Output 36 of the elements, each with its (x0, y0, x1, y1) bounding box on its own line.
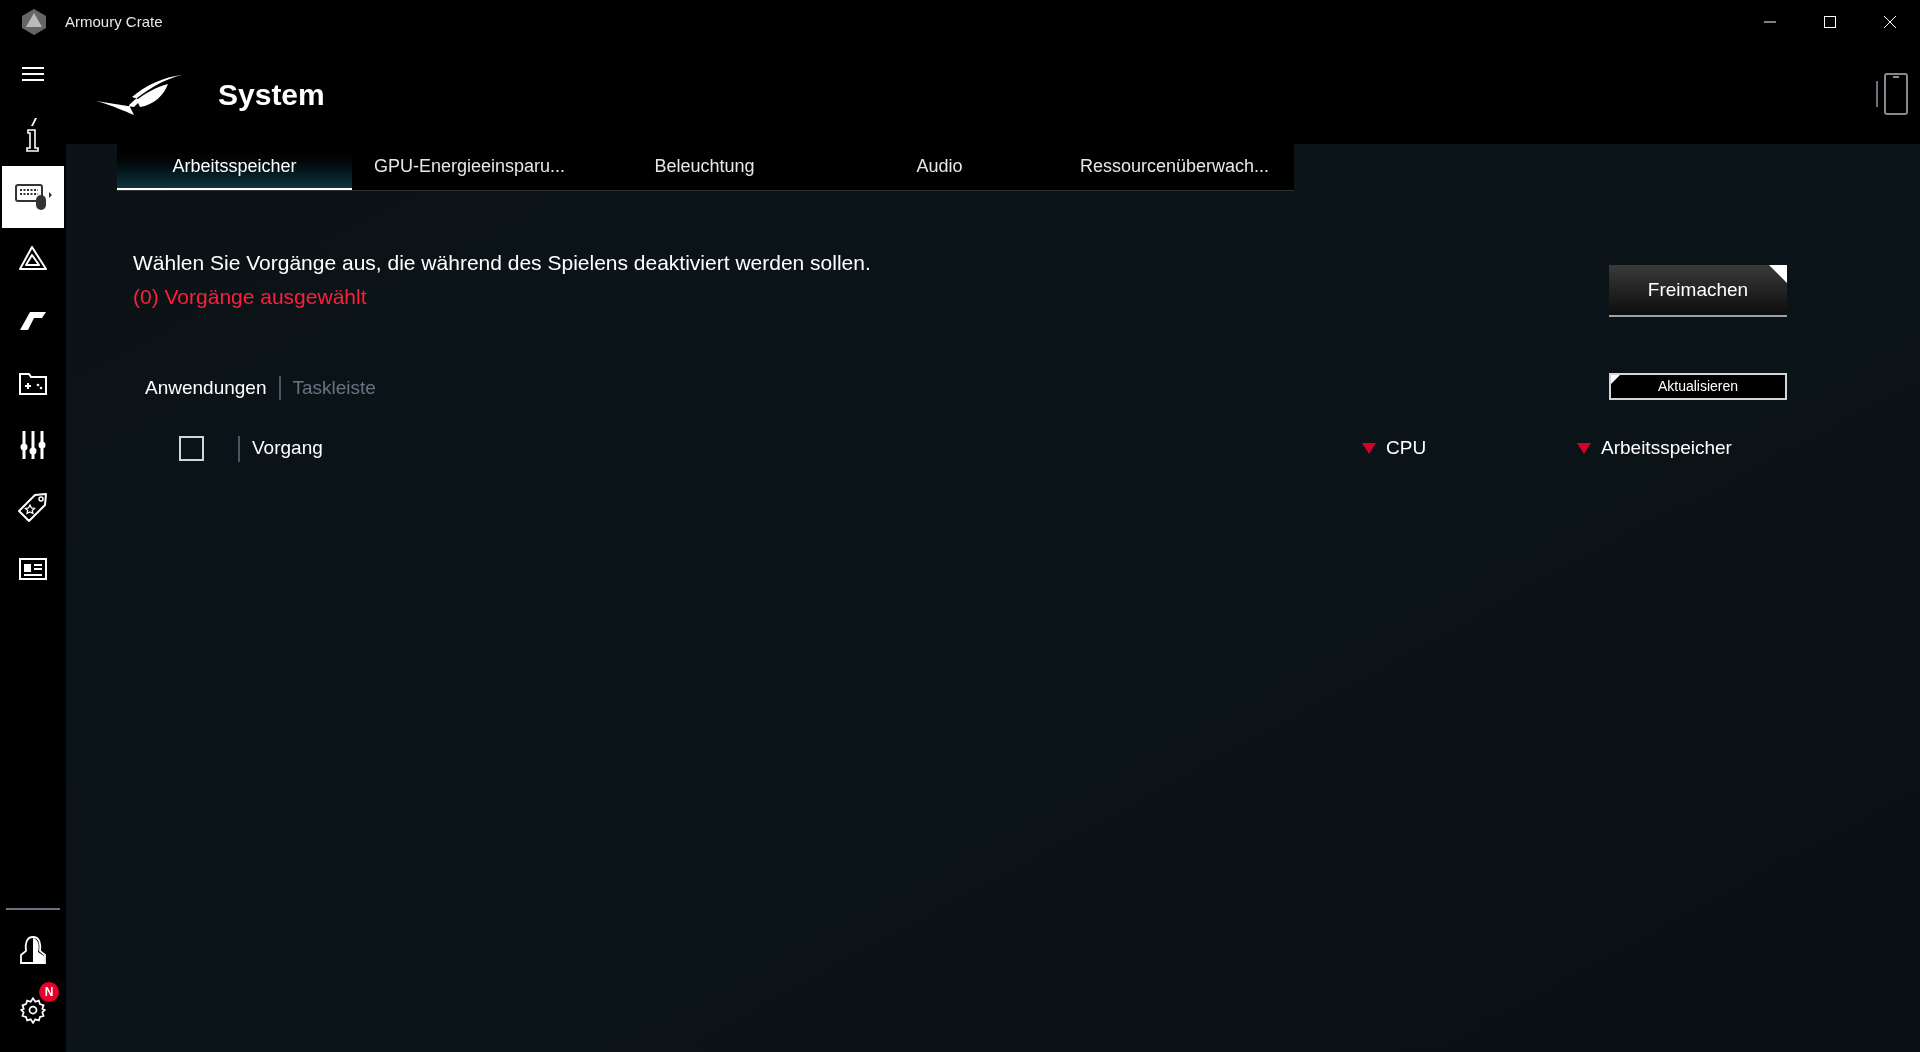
info-icon (24, 118, 42, 152)
maximize-icon (1824, 16, 1836, 28)
instruction-text: Wählen Sie Vorgänge aus, die während des Spielens deaktiviert werden sollen. (133, 250, 872, 276)
tab[interactable]: Audio (822, 144, 1057, 190)
select-all-checkbox[interactable] (179, 436, 204, 461)
gamepad-folder-icon (18, 370, 48, 396)
user-icon (18, 935, 48, 965)
notification-badge: N (39, 982, 59, 1002)
menu-icon (22, 66, 44, 82)
refresh-button[interactable]: Aktualisieren (1609, 373, 1787, 400)
slash-logo-icon (18, 310, 48, 332)
subtab[interactable]: Anwendungen (145, 374, 267, 403)
close-icon (1884, 16, 1896, 28)
keyboard-mouse-icon (14, 182, 52, 212)
tag-star-icon (17, 491, 49, 523)
phone-icon (1884, 73, 1908, 115)
page-title: System (218, 76, 325, 113)
corner-mark-icon (1769, 265, 1787, 283)
settings-icon (19, 996, 47, 1024)
window-title: Armoury Crate (65, 11, 163, 32)
triangle-icon (18, 245, 48, 273)
sidebar-item[interactable] (2, 166, 64, 228)
selected-count: (0) Vorgänge ausgewählt (133, 283, 368, 310)
free-up-button[interactable]: Freimachen (1609, 265, 1787, 317)
equalizer-icon (19, 429, 47, 461)
column-header[interactable]: Vorgang (252, 434, 323, 463)
column-header[interactable]: Arbeitsspeicher (1601, 434, 1732, 463)
corner-mark-icon (1611, 375, 1620, 384)
news-icon (18, 557, 48, 581)
tab[interactable]: Beleuchtung (587, 144, 822, 190)
tab[interactable]: GPU-Energieeinsparu... (352, 144, 587, 190)
column-header[interactable]: CPU (1386, 434, 1427, 463)
app-logo-icon (20, 8, 48, 36)
tab[interactable]: Ressourcenüberwach... (1057, 144, 1292, 190)
subtab[interactable]: Taskleiste (292, 374, 376, 403)
minimize-icon (1764, 21, 1776, 23)
